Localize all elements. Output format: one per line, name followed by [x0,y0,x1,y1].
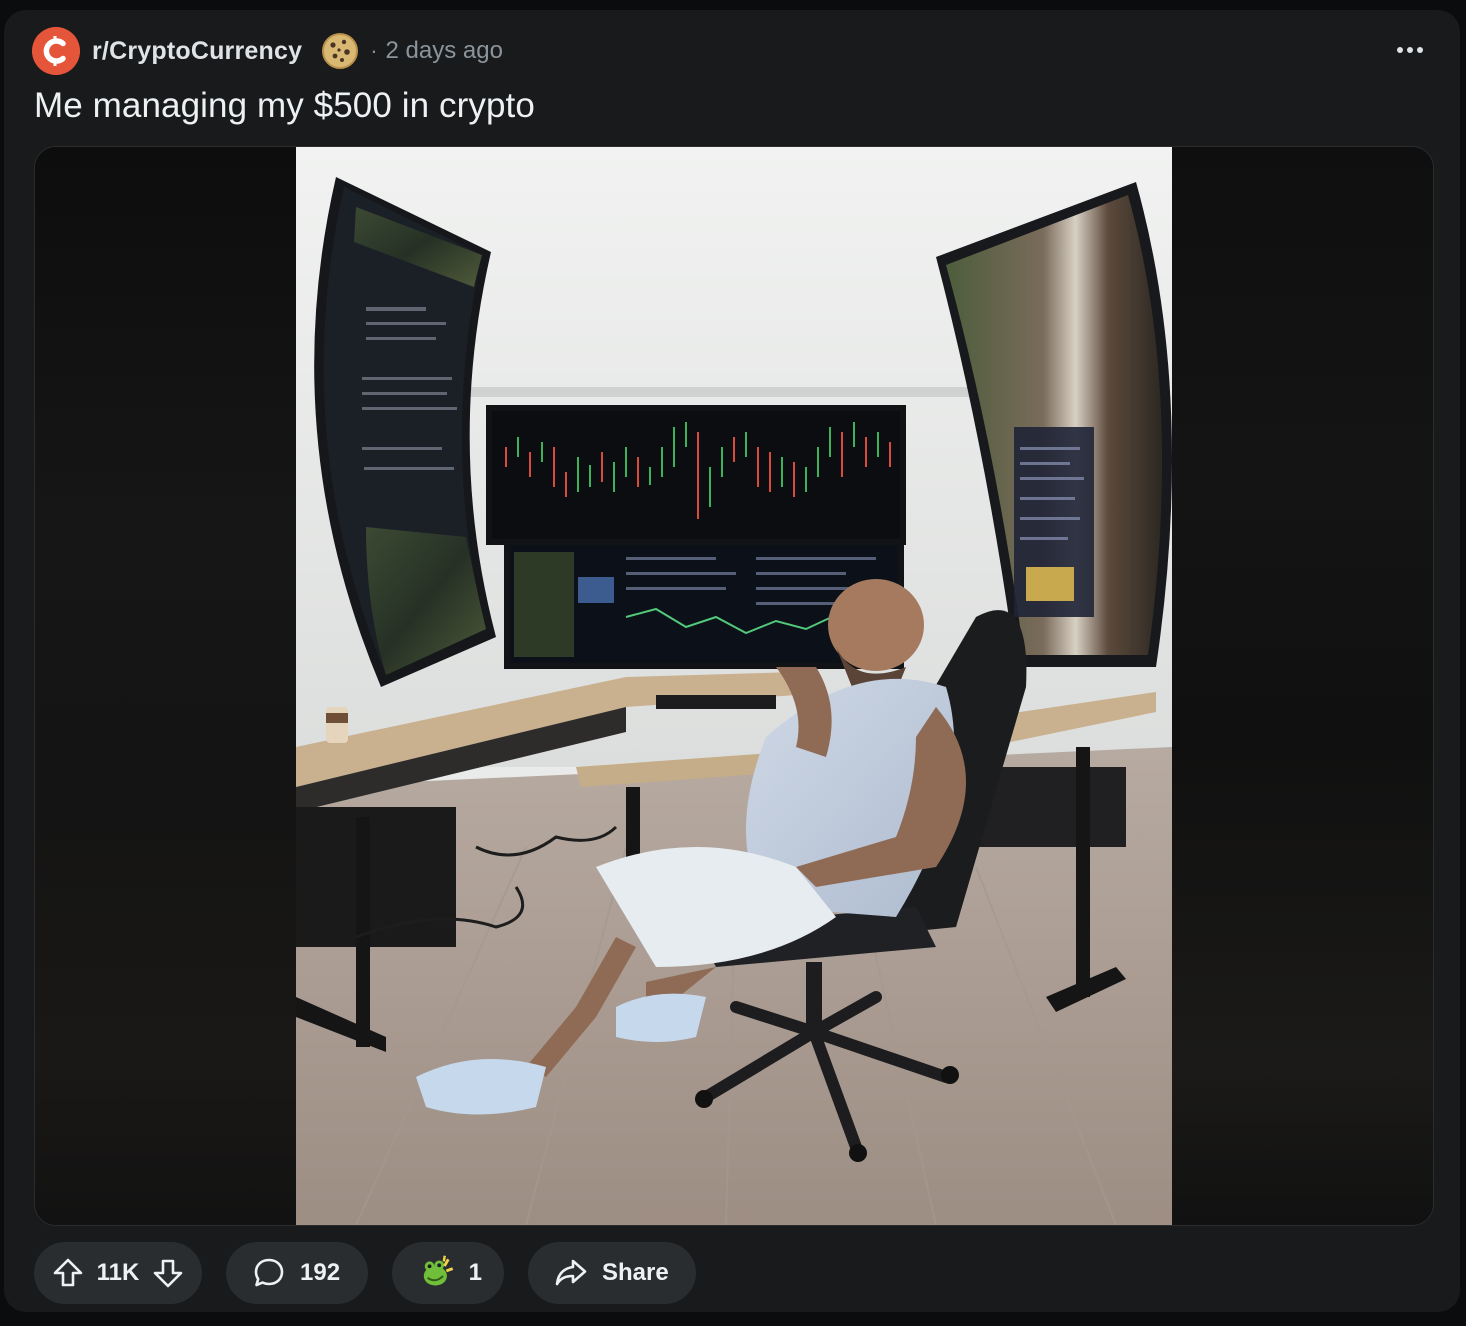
comment-count: 192 [300,1259,341,1286]
media-blur-backdrop-right [1171,147,1433,1225]
share-arrow-icon [555,1259,587,1286]
award-count: 1 [468,1259,482,1286]
meta-separator: · [370,38,378,63]
subreddit-name[interactable]: r/CryptoCurrency [92,37,302,66]
arrow-down-icon [153,1259,183,1288]
media-blur-backdrop-left [35,147,297,1225]
post-title[interactable]: Me managing my $500 in crypto [34,86,535,126]
speech-bubble-icon [254,1258,284,1287]
post-image[interactable] [296,147,1172,1225]
trading-desk-photo [296,147,1172,1225]
frog-award-icon [423,1255,454,1286]
vote-score: 11K [96,1259,140,1286]
downvote-button[interactable] [152,1257,184,1289]
arrow-up-icon [53,1258,83,1287]
post-header: r/CryptoCurrency · 2 days ago [32,26,503,76]
cookie-award-icon [320,31,360,71]
share-label: Share [602,1259,669,1286]
share-button[interactable]: Share [528,1242,696,1304]
post-action-bar: 11K 192 1 Share [34,1242,696,1304]
vote-control: 11K [34,1242,202,1304]
comments-button[interactable]: 192 [226,1242,368,1304]
crypto-c-icon[interactable] [32,27,80,75]
award-button[interactable]: 1 [392,1242,504,1304]
post-media[interactable] [34,146,1434,1226]
ellipsis-icon [1397,47,1423,53]
post-timestamp: 2 days ago [385,37,503,64]
more-options-button[interactable] [1388,28,1432,72]
post-card[interactable]: r/CryptoCurrency · 2 days ago Me managin… [4,10,1460,1312]
upvote-button[interactable] [52,1257,84,1289]
